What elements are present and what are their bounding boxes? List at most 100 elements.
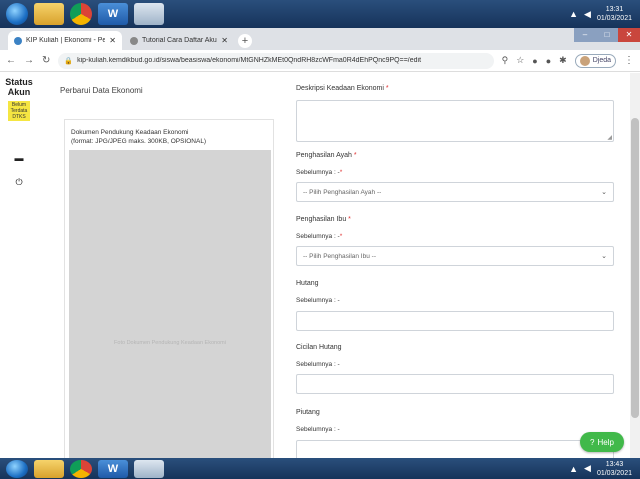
windows-start-icon[interactable] [6, 3, 28, 25]
word-icon-label: W [107, 462, 119, 475]
profile-button[interactable]: Djeda [574, 53, 616, 68]
chrome-icon[interactable] [70, 3, 92, 25]
system-tray: ▲ ◀ 13:31 01/03/2021 [569, 5, 640, 23]
main-content: Perbarui Data Ekonomi Dokumen Pendukung … [38, 73, 630, 458]
puzzle-icon[interactable]: ✱ [559, 55, 567, 66]
upload-title: Dokumen Pendukung Keadaan Ekonomi (forma… [71, 128, 206, 146]
clock-time: 13:43 [605, 460, 624, 468]
piutang-label: Piutang [296, 409, 320, 416]
scrollbar[interactable] [630, 73, 640, 458]
close-icon[interactable]: ✕ [221, 36, 228, 45]
close-icon[interactable]: ✕ [109, 36, 116, 45]
clock-time: 13:31 [605, 6, 624, 13]
chevron-down-icon: ⌄ [601, 189, 607, 196]
profile-name: Djeda [592, 57, 611, 64]
extension-icon[interactable]: ● [532, 56, 537, 66]
word-icon[interactable]: W [98, 3, 128, 25]
ibu-select-value: -- Pilih Penghasilan Ibu -- [303, 252, 376, 260]
chrome-icon[interactable] [70, 459, 92, 478]
ayah-label: Penghasilan Ayah * [296, 152, 357, 159]
tab-kip-kuliah[interactable]: KIP Kuliah | Ekonomi - Perbarui D ✕ [8, 31, 122, 50]
page-title: Perbarui Data Ekonomi [60, 86, 143, 95]
back-arrow-icon[interactable]: ← [6, 55, 16, 66]
required-mark: * [348, 216, 351, 223]
card-icon[interactable]: ▬ [0, 153, 38, 163]
network-icon[interactable]: ▲ [569, 464, 578, 474]
required-mark: * [339, 169, 343, 176]
status-title: Status Akun [5, 77, 33, 97]
lock-icon: 🔒 [64, 57, 74, 65]
ayah-label-text: Penghasilan Ayah [296, 152, 352, 159]
window-controls: – □ ✕ [574, 28, 640, 42]
tab-title: KIP Kuliah | Ekonomi - Perbarui D [26, 37, 106, 44]
ibu-label: Penghasilan Ibu * [296, 216, 351, 223]
help-label: Help [597, 437, 614, 447]
taskbar-bottom: W ▲ ◀ 13:43 01/03/2021 [0, 458, 640, 479]
folder-icon[interactable] [34, 3, 64, 25]
app-icon[interactable] [134, 3, 164, 25]
piutang-input[interactable] [296, 440, 614, 458]
hutang-input[interactable] [296, 311, 614, 331]
sidebar: Status Akun Belum Terdata DTKS ▬ ⏻ [0, 73, 38, 458]
app-icon[interactable] [134, 459, 164, 478]
ibu-select[interactable]: -- Pilih Penghasilan Ibu -- ⌄ [296, 246, 614, 266]
help-button[interactable]: ? Help [580, 432, 624, 452]
new-tab-button[interactable]: + [238, 34, 252, 48]
clock[interactable]: 13:31 01/03/2021 [597, 5, 632, 23]
maximize-button[interactable]: □ [596, 28, 618, 42]
hutang-previous: Sebelumnya : - [296, 297, 340, 304]
required-mark: * [385, 85, 389, 92]
cicilan-previous: Sebelumnya : - [296, 361, 340, 368]
ayah-select-value: -- Pilih Penghasilan Ayah -- [303, 188, 382, 196]
upload-caption: Foto Dokumen Pendukung Keadaan Ekonomi [114, 340, 226, 346]
avatar [579, 55, 590, 66]
minimize-button[interactable]: – [574, 28, 596, 42]
required-mark: * [353, 152, 357, 159]
ibu-previous-text: Sebelumnya : - [296, 233, 340, 240]
url-text: kip-kuliah.kemdikbud.go.id/siswa/beasisw… [77, 57, 422, 64]
word-icon[interactable]: W [98, 459, 128, 478]
tab-tutorial[interactable]: Tutorial Cara Daftar Akun KIP K... ✕ [124, 31, 234, 50]
ayah-select[interactable]: -- Pilih Penghasilan Ayah -- ⌄ [296, 182, 614, 202]
cicilan-input[interactable] [296, 374, 614, 394]
site-favicon-icon [130, 36, 138, 45]
deskripsi-label: Deskripsi Keadaan Ekonomi * [296, 85, 389, 92]
question-icon: ? [590, 437, 595, 447]
bookmark-star-icon[interactable]: ☆ [516, 55, 524, 66]
ibu-label-text: Penghasilan Ibu [296, 216, 347, 223]
clock-date: 01/03/2021 [596, 15, 632, 22]
upload-title-line1: Dokumen Pendukung Keadaan Ekonomi [71, 129, 189, 136]
folder-icon[interactable] [34, 459, 64, 478]
deskripsi-textarea[interactable]: ◢ [296, 100, 614, 142]
deskripsi-label-text: Deskripsi Keadaan Ekonomi [296, 85, 384, 92]
chevron-down-icon: ⌄ [601, 253, 607, 260]
clock-date: 01/03/2021 [596, 469, 632, 477]
zoom-icon[interactable]: ⚲ [502, 55, 509, 66]
menu-icon[interactable]: ⋮ [624, 55, 634, 66]
power-icon[interactable]: ⏻ [0, 177, 38, 188]
url-field[interactable]: 🔒 kip-kuliah.kemdikbud.go.id/siswa/beasi… [58, 52, 494, 69]
tab-strip: KIP Kuliah | Ekonomi - Perbarui D ✕ Tuto… [0, 28, 640, 50]
scroll-thumb[interactable] [631, 118, 639, 418]
page: Status Akun Belum Terdata DTKS ▬ ⏻ Perba… [0, 73, 640, 458]
resize-handle-icon[interactable]: ◢ [607, 134, 612, 141]
windows-start-icon[interactable] [6, 459, 28, 478]
clock[interactable]: 13:43 01/03/2021 [597, 460, 632, 478]
extension-icon[interactable]: ● [546, 56, 551, 66]
network-icon[interactable]: ▲ [569, 9, 578, 19]
status-badge: Belum Terdata DTKS [8, 101, 30, 121]
tab-title: Tutorial Cara Daftar Akun KIP K... [142, 37, 217, 44]
ayah-previous: Sebelumnya : -* [296, 169, 342, 176]
upload-card: Dokumen Pendukung Keadaan Ekonomi (forma… [64, 119, 274, 458]
hutang-label: Hutang [296, 280, 319, 287]
forward-arrow-icon[interactable]: → [24, 55, 34, 66]
volume-icon[interactable]: ◀ [584, 9, 591, 20]
reload-icon[interactable]: ↻ [42, 55, 50, 66]
volume-icon[interactable]: ◀ [584, 463, 591, 474]
taskbar-top: W ▲ ◀ 13:31 01/03/2021 [0, 0, 640, 28]
required-mark: * [339, 233, 343, 240]
system-tray: ▲ ◀ 13:43 01/03/2021 [569, 460, 640, 478]
upload-dropzone[interactable]: Foto Dokumen Pendukung Keadaan Ekonomi [69, 150, 271, 458]
piutang-previous: Sebelumnya : - [296, 426, 340, 433]
close-window-button[interactable]: ✕ [618, 28, 640, 42]
